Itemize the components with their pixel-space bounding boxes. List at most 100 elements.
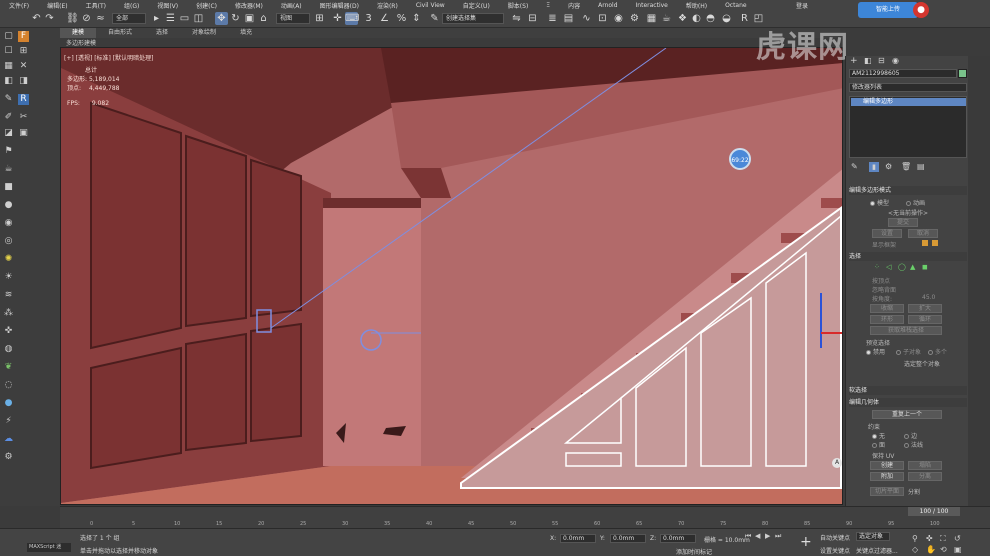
spinner-snap-icon[interactable]: ⇕ [410, 12, 423, 25]
menu-customize[interactable]: 自定义(U) [454, 1, 499, 10]
preserve-uvs-checkbox[interactable]: 保持 UV [872, 451, 894, 460]
set-key-button[interactable]: 设置关键点 [820, 546, 850, 555]
align-icon[interactable]: ⊟ [526, 12, 539, 25]
border-level-icon[interactable]: ◯ [898, 263, 906, 271]
sun-icon[interactable]: ☀ [3, 272, 14, 283]
repeat-last-button[interactable]: 重复上一个 [872, 410, 942, 419]
prev-frame-icon[interactable]: ◀ [755, 532, 760, 540]
cage-selected-color-swatch[interactable] [932, 240, 938, 246]
pan-icon[interactable]: ✋ [926, 545, 936, 554]
element-level-icon[interactable]: ◼ [922, 263, 928, 271]
render-iterative-icon[interactable]: ❖ [676, 12, 689, 25]
angle-snap-icon[interactable]: ∠ [378, 12, 391, 25]
snaps-toggle-icon[interactable]: 3 [362, 12, 375, 25]
select-icon[interactable]: ☐ [3, 46, 14, 57]
plugin-icon[interactable]: ⚑ [3, 146, 14, 157]
z-field[interactable]: 0.0mm [660, 534, 696, 543]
torus-icon[interactable]: ◎ [3, 236, 14, 247]
undo-icon[interactable]: ↶ [30, 12, 43, 25]
mirror-icon[interactable]: ⇋ [510, 12, 523, 25]
sign-in-link[interactable]: 登录 [796, 1, 808, 10]
redo-icon[interactable]: ↷ [43, 12, 56, 25]
perspective-viewport[interactable]: [+] [透视] [标准] [默认明暗处理] 总计 多边形: 5,189,014… [60, 47, 843, 505]
selected-object-dropdown[interactable]: 选定对象 [856, 532, 890, 541]
cut-icon[interactable]: ✂ [18, 112, 29, 123]
badge-a[interactable]: A [832, 458, 842, 468]
rs-icon[interactable]: R [738, 12, 751, 25]
command-panel-scrollbar[interactable] [968, 56, 990, 506]
globe-icon[interactable]: ◍ [3, 344, 14, 355]
modifier-list-dropdown[interactable]: 修改器列表 [849, 83, 967, 92]
menu-scripting[interactable]: 脚本(S) [499, 1, 538, 10]
timeline[interactable]: 100 / 100 0 5 10 15 20 25 30 35 40 45 50 55 60 65 70 75… [60, 506, 990, 528]
select-place-icon[interactable]: ⌂ [257, 12, 270, 25]
ignore-backfacing-checkbox[interactable]: 忽略背面 [872, 285, 896, 294]
settings-icon[interactable]: ⚙ [3, 452, 14, 463]
hierarchy-icon[interactable]: ⊞ [18, 46, 29, 57]
time-slider[interactable]: 100 / 100 [908, 507, 960, 516]
render-icon[interactable]: ▣ [18, 128, 29, 139]
menu-file[interactable]: 文件(F) [0, 1, 38, 10]
motion-tab-icon[interactable]: ◉ [892, 56, 899, 65]
rollout-soft-selection[interactable]: 软选择 [849, 386, 967, 395]
constraint-face-radio[interactable]: 面 [872, 440, 885, 449]
box-icon[interactable]: ■ [3, 182, 14, 193]
select-move-icon[interactable]: ✥ [215, 12, 228, 25]
select-object-icon[interactable]: ▸ [150, 12, 163, 25]
constraint-none-radio[interactable]: 无 [872, 431, 885, 440]
select-rotate-icon[interactable]: ↻ [229, 12, 242, 25]
rect-selection-icon[interactable]: ▭ [178, 12, 191, 25]
zoom-all-icon[interactable]: ✜ [926, 534, 933, 543]
render-production-icon[interactable]: ☕ [660, 12, 673, 25]
by-vertex-checkbox[interactable]: 按顶点 [872, 276, 890, 285]
fusion-icon[interactable]: F [18, 31, 29, 42]
select-scale-icon[interactable]: ▣ [243, 12, 256, 25]
show-end-result-icon[interactable]: ▮ [869, 162, 879, 172]
menu-views[interactable]: 视图(V) [148, 1, 187, 10]
rollout-edit-geometry[interactable]: 编辑几何体 [849, 398, 967, 407]
cage-color-swatch[interactable] [922, 240, 928, 246]
fov-icon[interactable]: ◇ [912, 545, 918, 554]
polygon-level-icon[interactable]: ▲ [910, 263, 915, 271]
selection-filter-dropdown[interactable]: 全部 [112, 13, 146, 24]
curve-editor-icon[interactable]: ∿ [580, 12, 593, 25]
ribbon-subtitle[interactable]: 多边形建模 [66, 38, 96, 47]
shrink-button[interactable]: 收缩 [870, 304, 904, 313]
modify-tab-icon[interactable]: ◧ [864, 56, 872, 65]
grow-button[interactable]: 扩大 [908, 304, 942, 313]
menu-help[interactable]: 帮助(H) [677, 1, 716, 10]
teapot-icon[interactable]: ☕ [3, 164, 14, 175]
arnold-render-icon[interactable]: ◐ [690, 12, 703, 25]
render-frame-icon[interactable]: ▦ [645, 12, 658, 25]
modifier-stack-item[interactable]: 编辑多边形 [851, 98, 966, 106]
reference-coord-dropdown[interactable]: 视图 [276, 13, 310, 24]
space-icon[interactable]: ● [3, 398, 14, 409]
menu-arnold[interactable]: Arnold [589, 2, 626, 9]
maximize-viewport-icon[interactable]: ▣ [954, 545, 962, 554]
ring-button[interactable]: 环形 [870, 315, 904, 324]
helper-icon[interactable]: ✜ [3, 326, 14, 337]
show-cage-checkbox[interactable]: 显示框架 [872, 240, 896, 249]
animate-radio[interactable]: 动画 [906, 198, 925, 207]
by-angle-checkbox[interactable]: 按角度: [872, 294, 892, 303]
settings-button[interactable]: 设置 [872, 229, 902, 238]
link-icon[interactable]: ⛓ [66, 12, 79, 25]
attach-button[interactable]: 附加 [870, 472, 904, 481]
hair-icon[interactable]: ≋ [3, 290, 14, 301]
tab-modeling[interactable]: 建模 [60, 28, 97, 38]
menu-content[interactable]: 内容 [559, 1, 589, 10]
layer-explorer-icon[interactable]: ≣ [546, 12, 559, 25]
cylinder-icon[interactable]: ◉ [3, 218, 14, 229]
named-selection-icon[interactable]: ✎ [428, 12, 441, 25]
menu-tools[interactable]: 工具(T) [77, 1, 115, 10]
constraint-normal-radio[interactable]: 法线 [904, 440, 923, 449]
particle-icon[interactable]: ⁂ [3, 308, 14, 319]
vertex-level-icon[interactable]: ⁘ [874, 263, 880, 271]
named-selection-sets-dropdown[interactable]: 创建选择集 [442, 13, 504, 24]
viewport-label[interactable]: [+] [透视] [标准] [默认明暗处理] [64, 53, 153, 62]
next-frame-icon[interactable]: ⏭ [775, 532, 781, 541]
wand-icon[interactable]: ⚡ [3, 416, 14, 427]
make-unique-icon[interactable]: ⚙ [885, 162, 892, 171]
menu-octane[interactable]: Octane [716, 2, 756, 9]
commit-button[interactable]: 提交 [888, 218, 918, 227]
